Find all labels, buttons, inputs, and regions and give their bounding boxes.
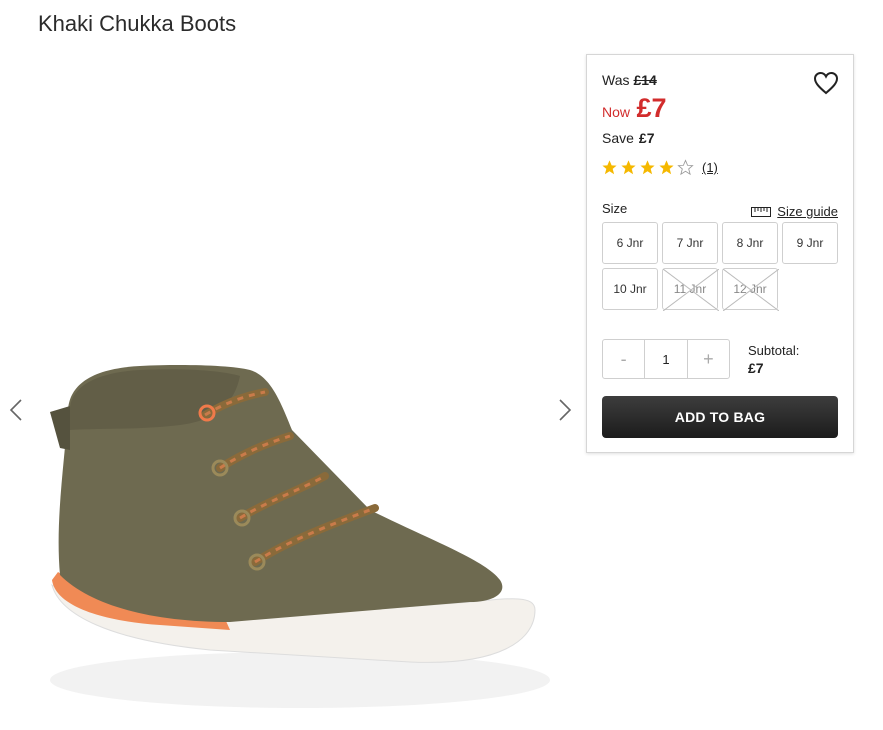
was-price: £14 [633,72,657,88]
now-price: £7 [636,93,667,123]
size-option-label: 7 Jnr [676,236,704,250]
review-count-link[interactable]: (1) [702,160,718,175]
quantity-input[interactable]: 1 [644,340,688,378]
chevron-left-icon [9,399,22,421]
prev-image-button[interactable] [4,390,28,430]
size-option-label: 9 Jnr [796,236,824,250]
size-option-unavailable: 11 Jnr [662,268,719,311]
subtotal-value: £7 [748,360,764,376]
next-image-button[interactable] [553,390,577,430]
chevron-right-icon [559,399,572,421]
star-filled-icon [640,160,655,175]
size-guide-link[interactable]: Size guide [751,204,838,219]
product-image-gallery [0,340,590,730]
quantity-decrease-button[interactable]: - [603,340,644,378]
was-label: Was [602,72,630,88]
star-filled-icon [602,160,617,175]
save-row: Save £7 [602,130,655,146]
size-option[interactable]: 10 Jnr [602,268,658,310]
heart-icon [813,71,839,95]
save-price: £7 [638,130,655,146]
subtotal: Subtotal: £7 [748,343,799,376]
size-options: 6 Jnr 7 Jnr 8 Jnr 9 Jnr 10 Jnr 11 Jnr 12… [602,222,842,311]
size-label: Size [602,201,628,216]
size-option-label: 8 Jnr [736,236,764,250]
size-guide-label: Size guide [777,204,838,219]
size-option-label: 6 Jnr [616,236,644,250]
now-price-row: Now £7 [602,93,667,124]
unavailable-cross-icon [723,269,779,311]
size-option[interactable]: 9 Jnr [782,222,838,264]
quantity-stepper: - 1 + [602,339,730,379]
rating: (1) [601,159,718,176]
now-label: Now [602,104,631,120]
size-option[interactable]: 8 Jnr [722,222,778,264]
size-option[interactable]: 7 Jnr [662,222,718,264]
subtotal-label: Subtotal: [748,343,800,358]
ruler-icon [751,206,772,217]
size-option[interactable]: 6 Jnr [602,222,658,264]
size-option-label: 10 Jnr [613,282,647,296]
purchase-panel: Was £14 Now £7 Save £7 (1) Size Size guide… [586,54,854,453]
save-label: Save [602,130,634,146]
size-option-unavailable: 12 Jnr [722,268,779,311]
star-filled-icon [621,160,636,175]
product-image [50,365,550,708]
unavailable-cross-icon [663,269,719,311]
product-title: Khaki Chukka Boots [38,11,237,36]
star-filled-icon [659,160,674,175]
add-to-bag-button[interactable]: ADD TO BAG [602,396,838,438]
star-empty-icon [677,159,694,176]
was-price-row: Was £14 [602,72,657,88]
wishlist-button[interactable] [813,71,839,100]
quantity-increase-button[interactable]: + [688,340,729,378]
